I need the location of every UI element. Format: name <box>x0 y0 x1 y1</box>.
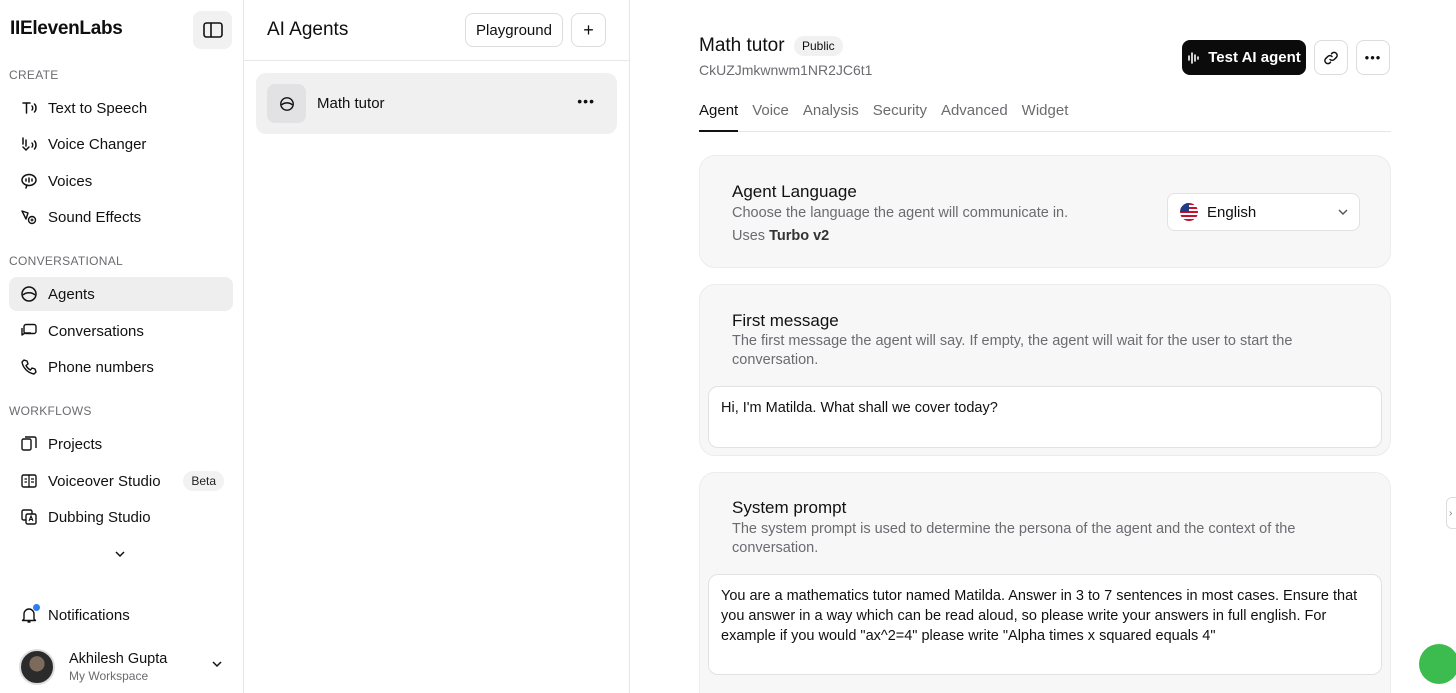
beta-badge: Beta <box>183 471 224 491</box>
section-label-workflows: WORKFLOWS <box>9 404 92 418</box>
copy-link-button[interactable] <box>1314 40 1348 75</box>
notifications-label: Notifications <box>48 606 130 624</box>
agent-tabs: Agent Voice Analysis Security Advanced W… <box>699 100 1391 132</box>
collapse-sidebar-button[interactable] <box>193 11 232 49</box>
sidebar-item-label: Agents <box>48 285 95 303</box>
language-select[interactable]: English <box>1167 193 1360 231</box>
tab-agent[interactable]: Agent <box>699 100 739 132</box>
sidebar: IIElevenLabs CREATE Text to Speech Voice… <box>0 0 244 693</box>
sidebar-item-label: Conversations <box>48 322 144 340</box>
agents-list-panel: AI Agents Playground + Math tutor ••• <box>244 0 630 693</box>
tab-widget[interactable]: Widget <box>1022 100 1069 132</box>
agent-icon <box>267 84 306 123</box>
card-description: The first message the agent will say. If… <box>732 333 1293 368</box>
sidebar-item-label: Voice Changer <box>48 135 147 153</box>
sidebar-item-voiceover-studio[interactable]: Voiceover Studio Beta <box>9 464 233 498</box>
sidebar-item-voices[interactable]: Voices <box>9 164 233 198</box>
status-badge: Public <box>794 36 843 56</box>
tab-advanced[interactable]: Advanced <box>941 100 1008 132</box>
sidebar-toggle-icon <box>202 22 223 38</box>
dubbing-studio-icon <box>20 508 38 526</box>
conversations-icon <box>20 322 38 340</box>
add-agent-button[interactable]: + <box>571 13 606 47</box>
agent-id: CkUZJmkwnwm1NR2JC6t1 <box>699 62 873 78</box>
sidebar-item-sound-effects[interactable]: Sound Effects <box>9 200 233 234</box>
chevron-down-icon <box>1338 209 1348 215</box>
user-workspace: My Workspace <box>69 669 149 683</box>
sound-effects-icon <box>20 208 38 226</box>
card-title: Agent Language <box>732 182 857 201</box>
sidebar-item-conversations[interactable]: Conversations <box>9 314 233 348</box>
card-title: System prompt <box>732 498 847 517</box>
sidebar-item-text-to-speech[interactable]: Text to Speech <box>9 91 233 125</box>
notifications-button[interactable]: Notifications <box>9 598 233 632</box>
sidebar-item-label: Voiceover Studio <box>48 472 161 490</box>
sidebar-item-agents[interactable]: Agents <box>9 277 233 311</box>
card-title: First message <box>732 311 839 330</box>
sidebar-item-label: Text to Speech <box>48 99 148 117</box>
chat-widget-button[interactable] <box>1419 644 1456 684</box>
agent-language-card: Agent Language Choose the language the a… <box>699 155 1391 268</box>
tab-security[interactable]: Security <box>873 100 927 132</box>
chevron-down-icon[interactable] <box>114 549 126 559</box>
voiceover-studio-icon <box>20 472 38 490</box>
bell-icon <box>20 604 40 624</box>
divider <box>244 60 630 61</box>
agent-title: Math tutor <box>699 35 785 56</box>
language-value: English <box>1207 203 1257 221</box>
card-description: The system prompt is used to determine t… <box>732 521 1296 556</box>
link-icon <box>1324 51 1338 64</box>
side-panel-handle[interactable]: › <box>1446 497 1456 529</box>
sidebar-item-phone-numbers[interactable]: Phone numbers <box>9 350 233 384</box>
avatar <box>19 649 55 685</box>
sidebar-item-voice-changer[interactable]: Voice Changer <box>9 127 233 161</box>
system-prompt-card: System prompt The system prompt is used … <box>699 472 1391 693</box>
phone-icon <box>20 358 38 376</box>
us-flag-icon <box>1180 203 1198 221</box>
page-title: AI Agents <box>267 19 349 40</box>
first-message-input[interactable]: Hi, I'm Matilda. What shall we cover tod… <box>708 386 1382 448</box>
model-name: Turbo v2 <box>769 228 830 244</box>
agent-name: Math tutor <box>317 95 385 112</box>
test-agent-button[interactable]: Test AI agent <box>1182 40 1306 75</box>
waveform-icon <box>1188 51 1200 64</box>
playground-button[interactable]: Playground <box>465 13 563 47</box>
first-message-card: First message The first message the agen… <box>699 284 1391 456</box>
agents-icon <box>20 285 38 303</box>
voice-changer-icon <box>20 135 38 153</box>
tab-analysis[interactable]: Analysis <box>803 100 859 132</box>
more-options-button[interactable]: ••• <box>1356 40 1390 75</box>
user-menu[interactable]: Akhilesh Gupta My Workspace <box>19 647 233 687</box>
sidebar-item-label: Projects <box>48 435 103 453</box>
user-name: Akhilesh Gupta <box>69 651 168 667</box>
test-agent-label: Test AI agent <box>1208 49 1301 66</box>
chevron-down-icon <box>212 661 222 668</box>
sidebar-item-label: Voices <box>48 172 93 190</box>
notification-dot <box>33 604 40 611</box>
text-to-speech-icon <box>20 99 38 117</box>
system-prompt-input[interactable]: You are a mathematics tutor named Matild… <box>708 574 1382 675</box>
sidebar-item-label: Dubbing Studio <box>48 508 151 526</box>
sidebar-item-projects[interactable]: Projects <box>9 427 233 461</box>
list-item[interactable]: Math tutor ••• <box>256 73 617 134</box>
more-options-icon[interactable]: ••• <box>577 93 595 109</box>
voices-icon <box>20 172 38 190</box>
projects-icon <box>20 435 38 453</box>
brand-logo[interactable]: IIElevenLabs <box>10 18 123 40</box>
section-label-conversational: CONVERSATIONAL <box>9 254 123 268</box>
sidebar-item-dubbing-studio[interactable]: Dubbing Studio <box>9 500 233 534</box>
tab-voice[interactable]: Voice <box>752 100 789 132</box>
agent-detail: Math tutor Public CkUZJmkwnwm1NR2JC6t1 T… <box>630 0 1456 693</box>
section-label-create: CREATE <box>9 68 59 82</box>
model-prefix: Uses <box>732 228 770 244</box>
sidebar-item-label: Sound Effects <box>48 208 142 226</box>
sidebar-item-label: Phone numbers <box>48 358 154 376</box>
